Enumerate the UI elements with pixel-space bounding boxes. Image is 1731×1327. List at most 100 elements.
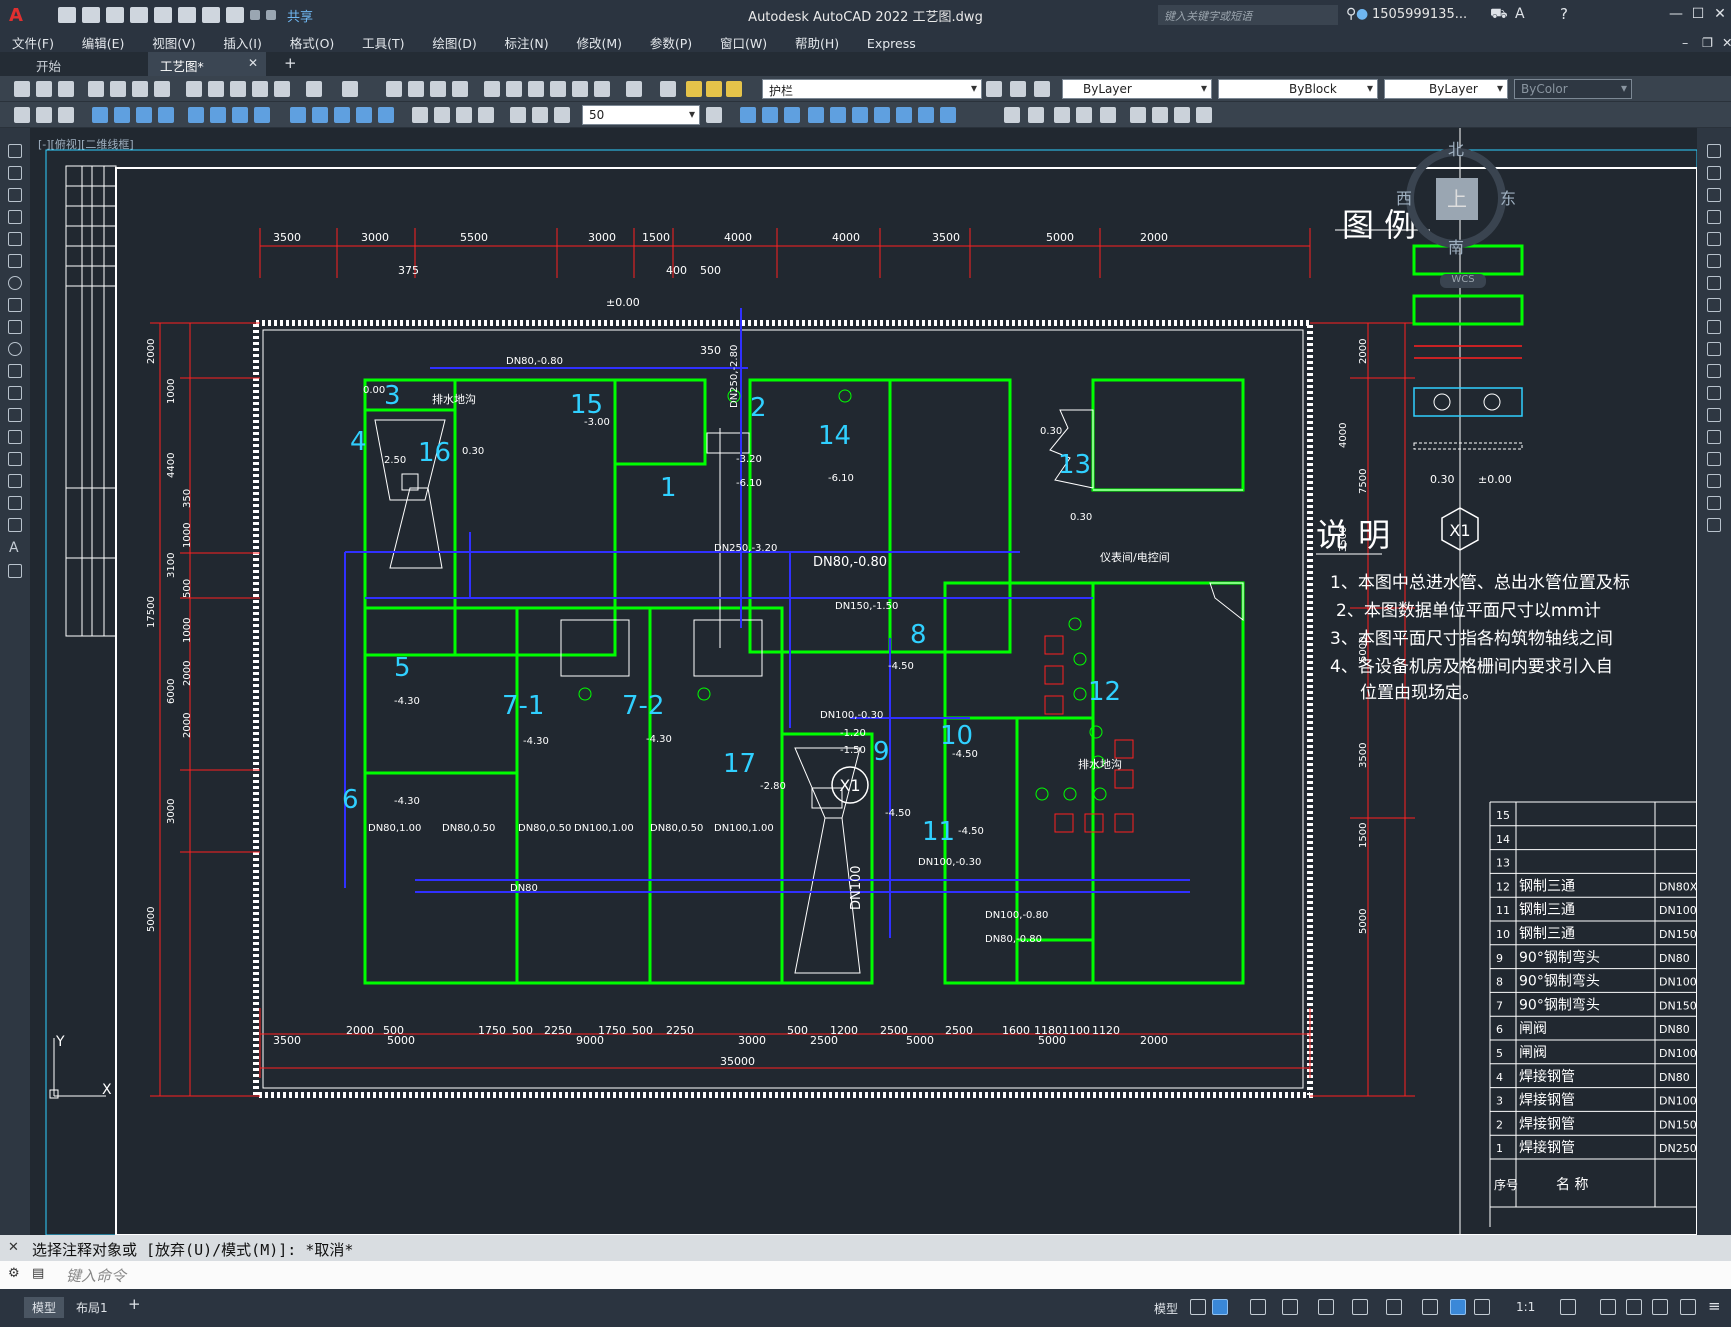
angular-dim-icon[interactable] xyxy=(254,107,270,123)
viewcube[interactable]: 上 北 南 西 东 xyxy=(1396,140,1516,257)
linetype-dropdown[interactable]: ByBlock xyxy=(1218,79,1378,99)
ellipse-arc-icon[interactable] xyxy=(8,364,22,378)
tb2-icon-b4[interactable] xyxy=(808,107,824,123)
undo-icon[interactable] xyxy=(226,7,244,23)
tb2-icon-b9[interactable] xyxy=(918,107,934,123)
save-file-icon[interactable] xyxy=(58,81,74,97)
polyline-icon[interactable] xyxy=(8,188,22,202)
multiline-text-icon[interactable]: A xyxy=(9,540,19,556)
rectangle-icon[interactable] xyxy=(8,232,22,246)
preview-icon[interactable] xyxy=(110,81,126,97)
dim-update-icon[interactable] xyxy=(554,107,570,123)
object-snap-tracking-icon[interactable] xyxy=(1352,1299,1368,1315)
paste-icon[interactable] xyxy=(230,81,246,97)
redo-icon[interactable] xyxy=(250,10,260,20)
viewcube-top-face[interactable]: 上 xyxy=(1436,178,1478,220)
new-icon[interactable] xyxy=(58,7,76,23)
viewcube-west[interactable]: 西 xyxy=(1396,185,1412,209)
menu-file[interactable]: 文件(F) xyxy=(0,30,66,52)
command-recent-icon[interactable]: ▤ xyxy=(32,1266,44,1281)
extend-icon[interactable] xyxy=(1707,364,1721,378)
menu-help[interactable]: 帮助(H) xyxy=(783,30,851,52)
dim-break-icon[interactable] xyxy=(378,107,394,123)
publish-icon[interactable] xyxy=(132,81,148,97)
tb2-icon-c5[interactable] xyxy=(1100,107,1116,123)
layer-lock-icon[interactable] xyxy=(726,81,742,97)
tb2-icon-c4[interactable] xyxy=(1076,107,1092,123)
drawing-canvas[interactable]: [-][俯视][二维线框] X1 3 4 16 15 1 2 14 13 5 6… xyxy=(30,128,1697,1235)
open-file-icon[interactable] xyxy=(36,81,52,97)
user-icon[interactable]: ● xyxy=(1356,6,1368,22)
jogged-linear-icon[interactable] xyxy=(478,107,494,123)
arc-length-icon[interactable] xyxy=(136,107,152,123)
aligned-dim-icon[interactable] xyxy=(114,107,130,123)
properties-icon[interactable] xyxy=(484,81,500,97)
autocad-logo-icon[interactable]: A xyxy=(4,5,28,26)
print-icon[interactable] xyxy=(88,81,104,97)
3d-print-icon[interactable] xyxy=(154,81,170,97)
menu-draw[interactable]: 绘图(D) xyxy=(420,30,488,52)
tb2-icon-2[interactable] xyxy=(36,107,52,123)
minimize-button[interactable]: — xyxy=(1664,6,1688,22)
tb2-icon-b10[interactable] xyxy=(940,107,956,123)
lineweight-dropdown[interactable]: ByLayer xyxy=(1384,79,1508,99)
customize-status-icon[interactable]: ≡ xyxy=(1708,1297,1721,1315)
make-block-icon[interactable] xyxy=(8,408,22,422)
color-dropdown[interactable]: ByLayer xyxy=(1062,79,1212,99)
save-web-icon[interactable] xyxy=(178,7,196,23)
open-icon[interactable] xyxy=(82,7,100,23)
circle-icon[interactable] xyxy=(8,276,22,290)
toolbar-redo-icon[interactable] xyxy=(342,81,358,97)
snap-icon[interactable] xyxy=(1212,1299,1228,1315)
cart-icon[interactable]: ⛟ xyxy=(1490,6,1508,24)
markup-icon[interactable] xyxy=(572,81,588,97)
tab-close-icon[interactable]: ✕ xyxy=(248,56,258,70)
ortho-icon[interactable] xyxy=(1250,1299,1266,1315)
cut-icon[interactable] xyxy=(186,81,202,97)
break-at-point-icon[interactable] xyxy=(1707,386,1721,400)
baseline-dim-icon[interactable] xyxy=(312,107,328,123)
explode-icon[interactable] xyxy=(1707,518,1721,532)
search-icon[interactable]: ⚲ xyxy=(1346,6,1356,22)
object-snap-icon[interactable] xyxy=(1386,1299,1402,1315)
annotation-scale[interactable]: 1:1 xyxy=(1516,1300,1535,1314)
layer-previous-icon[interactable] xyxy=(1010,81,1026,97)
zoom-realtime-icon[interactable] xyxy=(408,81,424,97)
layer-states-icon[interactable] xyxy=(1034,81,1050,97)
tb2-icon-b1[interactable] xyxy=(740,107,756,123)
trim-icon[interactable] xyxy=(1707,342,1721,356)
tb2-icon-c7[interactable] xyxy=(1152,107,1168,123)
search-input[interactable]: 键入关键字或短语 xyxy=(1158,5,1338,25)
autodesk-app-icon[interactable]: A xyxy=(1515,6,1525,22)
menu-edit[interactable]: 编辑(E) xyxy=(70,30,137,52)
tab-model[interactable]: 模型 xyxy=(24,1297,65,1318)
offset-icon[interactable] xyxy=(1707,210,1721,224)
move-icon[interactable] xyxy=(1707,254,1721,268)
help-toolbar-icon[interactable] xyxy=(626,81,642,97)
blend-curves-icon[interactable] xyxy=(1707,496,1721,510)
polar-icon[interactable] xyxy=(1282,1299,1298,1315)
ellipse-icon[interactable] xyxy=(8,342,22,356)
open-web-icon[interactable] xyxy=(154,7,172,23)
command-customize-icon[interactable]: ⚙ xyxy=(8,1266,20,1281)
tb2-icon-c9[interactable] xyxy=(1196,107,1212,123)
stretch-icon[interactable] xyxy=(1707,320,1721,334)
zoom-window-icon[interactable] xyxy=(430,81,446,97)
grid-icon[interactable] xyxy=(1190,1299,1206,1315)
tb2-icon-1[interactable] xyxy=(14,107,30,123)
diameter-dim-icon[interactable] xyxy=(232,107,248,123)
region-icon[interactable] xyxy=(8,496,22,510)
make-current-layer-icon[interactable] xyxy=(986,81,1002,97)
ordinate-dim-icon[interactable] xyxy=(158,107,174,123)
menu-tools[interactable]: 工具(T) xyxy=(350,30,416,52)
calculator-icon[interactable] xyxy=(594,81,610,97)
polygon-icon[interactable] xyxy=(8,210,22,224)
array-icon[interactable] xyxy=(1707,232,1721,246)
tab-start[interactable]: 开始 xyxy=(24,52,144,76)
menu-modify[interactable]: 修改(M) xyxy=(564,30,634,52)
revision-cloud-icon[interactable] xyxy=(8,298,22,312)
dim-edit-icon[interactable] xyxy=(510,107,526,123)
tb2-icon-c8[interactable] xyxy=(1174,107,1190,123)
question-icon[interactable]: ? xyxy=(1560,5,1568,23)
tb2-icon-b7[interactable] xyxy=(874,107,890,123)
